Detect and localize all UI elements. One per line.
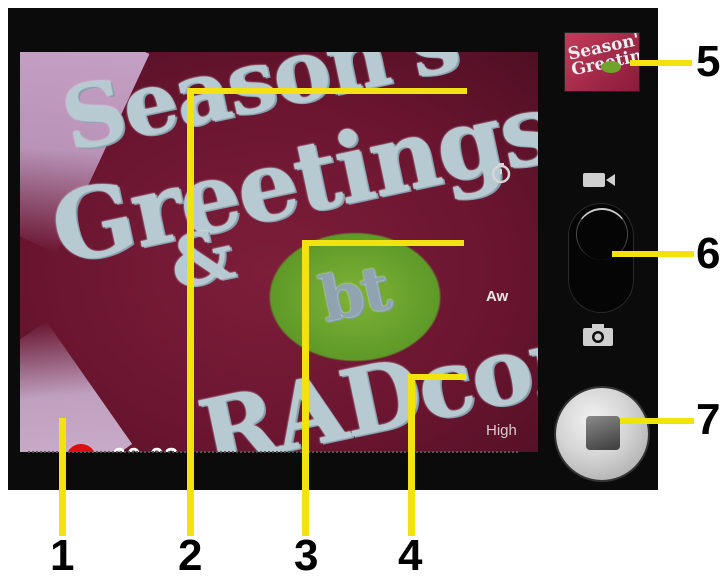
callout-line xyxy=(59,418,66,536)
callout-line xyxy=(302,240,309,536)
photo-camera-icon[interactable] xyxy=(581,322,615,348)
video-camera-icon[interactable] xyxy=(581,168,617,190)
callout-line xyxy=(620,418,694,424)
callout-line xyxy=(302,240,464,246)
scene-text: bt xyxy=(313,250,395,337)
callout-number: 6 xyxy=(696,229,721,278)
callout-number: 2 xyxy=(178,531,203,580)
camera-screen: Season's Greetings & bt RADcomms 00:03 A… xyxy=(8,8,658,490)
callout-number: 1 xyxy=(50,531,75,580)
callout-number: 5 xyxy=(696,37,721,86)
video-quality-label: High xyxy=(486,422,517,439)
callout-line xyxy=(408,374,466,380)
callout-number: 7 xyxy=(696,395,721,444)
callout-line xyxy=(187,88,194,536)
callout-line xyxy=(187,88,467,94)
progress-line xyxy=(28,451,518,453)
viewfinder[interactable]: Season's Greetings & bt RADcomms 00:03 A… xyxy=(20,52,538,452)
viewfinder-background-shape xyxy=(20,321,133,452)
white-balance-icon: Aw xyxy=(486,288,509,305)
callout-line xyxy=(630,60,692,66)
thumbnail-shape xyxy=(601,61,621,73)
callout-line xyxy=(408,374,415,536)
callout-number: 4 xyxy=(398,531,423,580)
last-capture-thumbnail[interactable]: Season's Greetings xyxy=(564,32,640,92)
timer-icon xyxy=(491,163,511,184)
callout-number: 3 xyxy=(294,531,319,580)
callout-line xyxy=(612,251,694,257)
stop-icon[interactable] xyxy=(586,416,620,450)
